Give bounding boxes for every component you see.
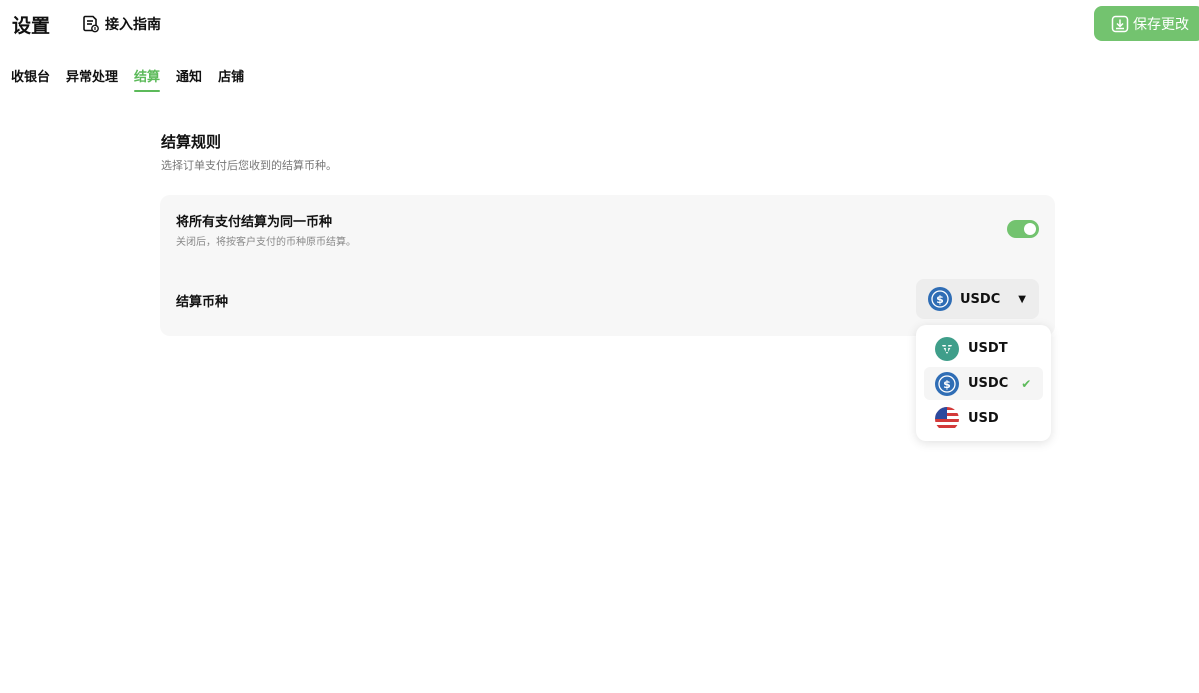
download-save-icon <box>1111 15 1129 32</box>
tab-checkout[interactable]: 收银台 <box>11 66 50 92</box>
document-guide-icon <box>83 15 99 33</box>
currency-dropdown: USDT $ USDC ✔ USD <box>916 325 1051 441</box>
settlement-card: 将所有支付结算为同一币种 关闭后，将按客户支付的币种原币结算。 结算币种 $ U… <box>160 195 1055 336</box>
unify-currency-description: 关闭后，将按客户支付的币种原币结算。 <box>176 237 356 248</box>
section-title: 结算规则 <box>161 133 222 151</box>
option-label: USDC <box>968 376 1009 391</box>
tab-exception-handling[interactable]: 异常处理 <box>66 66 118 92</box>
tab-settlement[interactable]: 结算 <box>134 66 161 92</box>
currency-option-usdc[interactable]: $ USDC ✔ <box>924 367 1043 400</box>
unify-currency-title: 将所有支付结算为同一币种 <box>176 215 333 230</box>
currency-option-usd[interactable]: USD <box>924 402 1043 435</box>
header: 设置 接入指南 保存更改 <box>0 0 1199 46</box>
settlement-currency-label: 结算币种 <box>176 295 229 310</box>
toggle-knob <box>1024 223 1036 235</box>
save-changes-label: 保存更改 <box>1133 16 1189 33</box>
currency-option-usdt[interactable]: USDT <box>924 332 1043 365</box>
usdc-icon: $ <box>928 287 952 311</box>
checkmark-icon: ✔ <box>1021 376 1032 391</box>
usdt-icon <box>935 336 959 361</box>
page-title: 设置 <box>12 15 51 37</box>
section-description: 选择订单支付后您收到的结算币种。 <box>161 159 337 172</box>
unify-currency-toggle[interactable] <box>1007 220 1039 238</box>
svg-text:$: $ <box>943 378 951 391</box>
selected-currency-value: USDC <box>960 291 1001 307</box>
integration-guide-label: 接入指南 <box>105 17 161 33</box>
option-label: USDT <box>968 341 1008 356</box>
tab-store[interactable]: 店铺 <box>218 66 244 92</box>
usdc-icon: $ <box>935 371 959 396</box>
chevron-down-icon: ▼ <box>1018 293 1026 305</box>
settlement-currency-select[interactable]: $ USDC ▼ <box>916 279 1039 319</box>
integration-guide-link[interactable]: 接入指南 <box>82 14 161 34</box>
svg-text:$: $ <box>936 293 944 306</box>
option-label: USD <box>968 411 999 426</box>
save-changes-button[interactable]: 保存更改 <box>1094 6 1199 41</box>
tab-notifications[interactable]: 通知 <box>176 66 202 92</box>
us-flag-icon <box>935 406 959 431</box>
settings-tabs: 收银台 异常处理 结算 通知 店铺 <box>11 66 244 92</box>
